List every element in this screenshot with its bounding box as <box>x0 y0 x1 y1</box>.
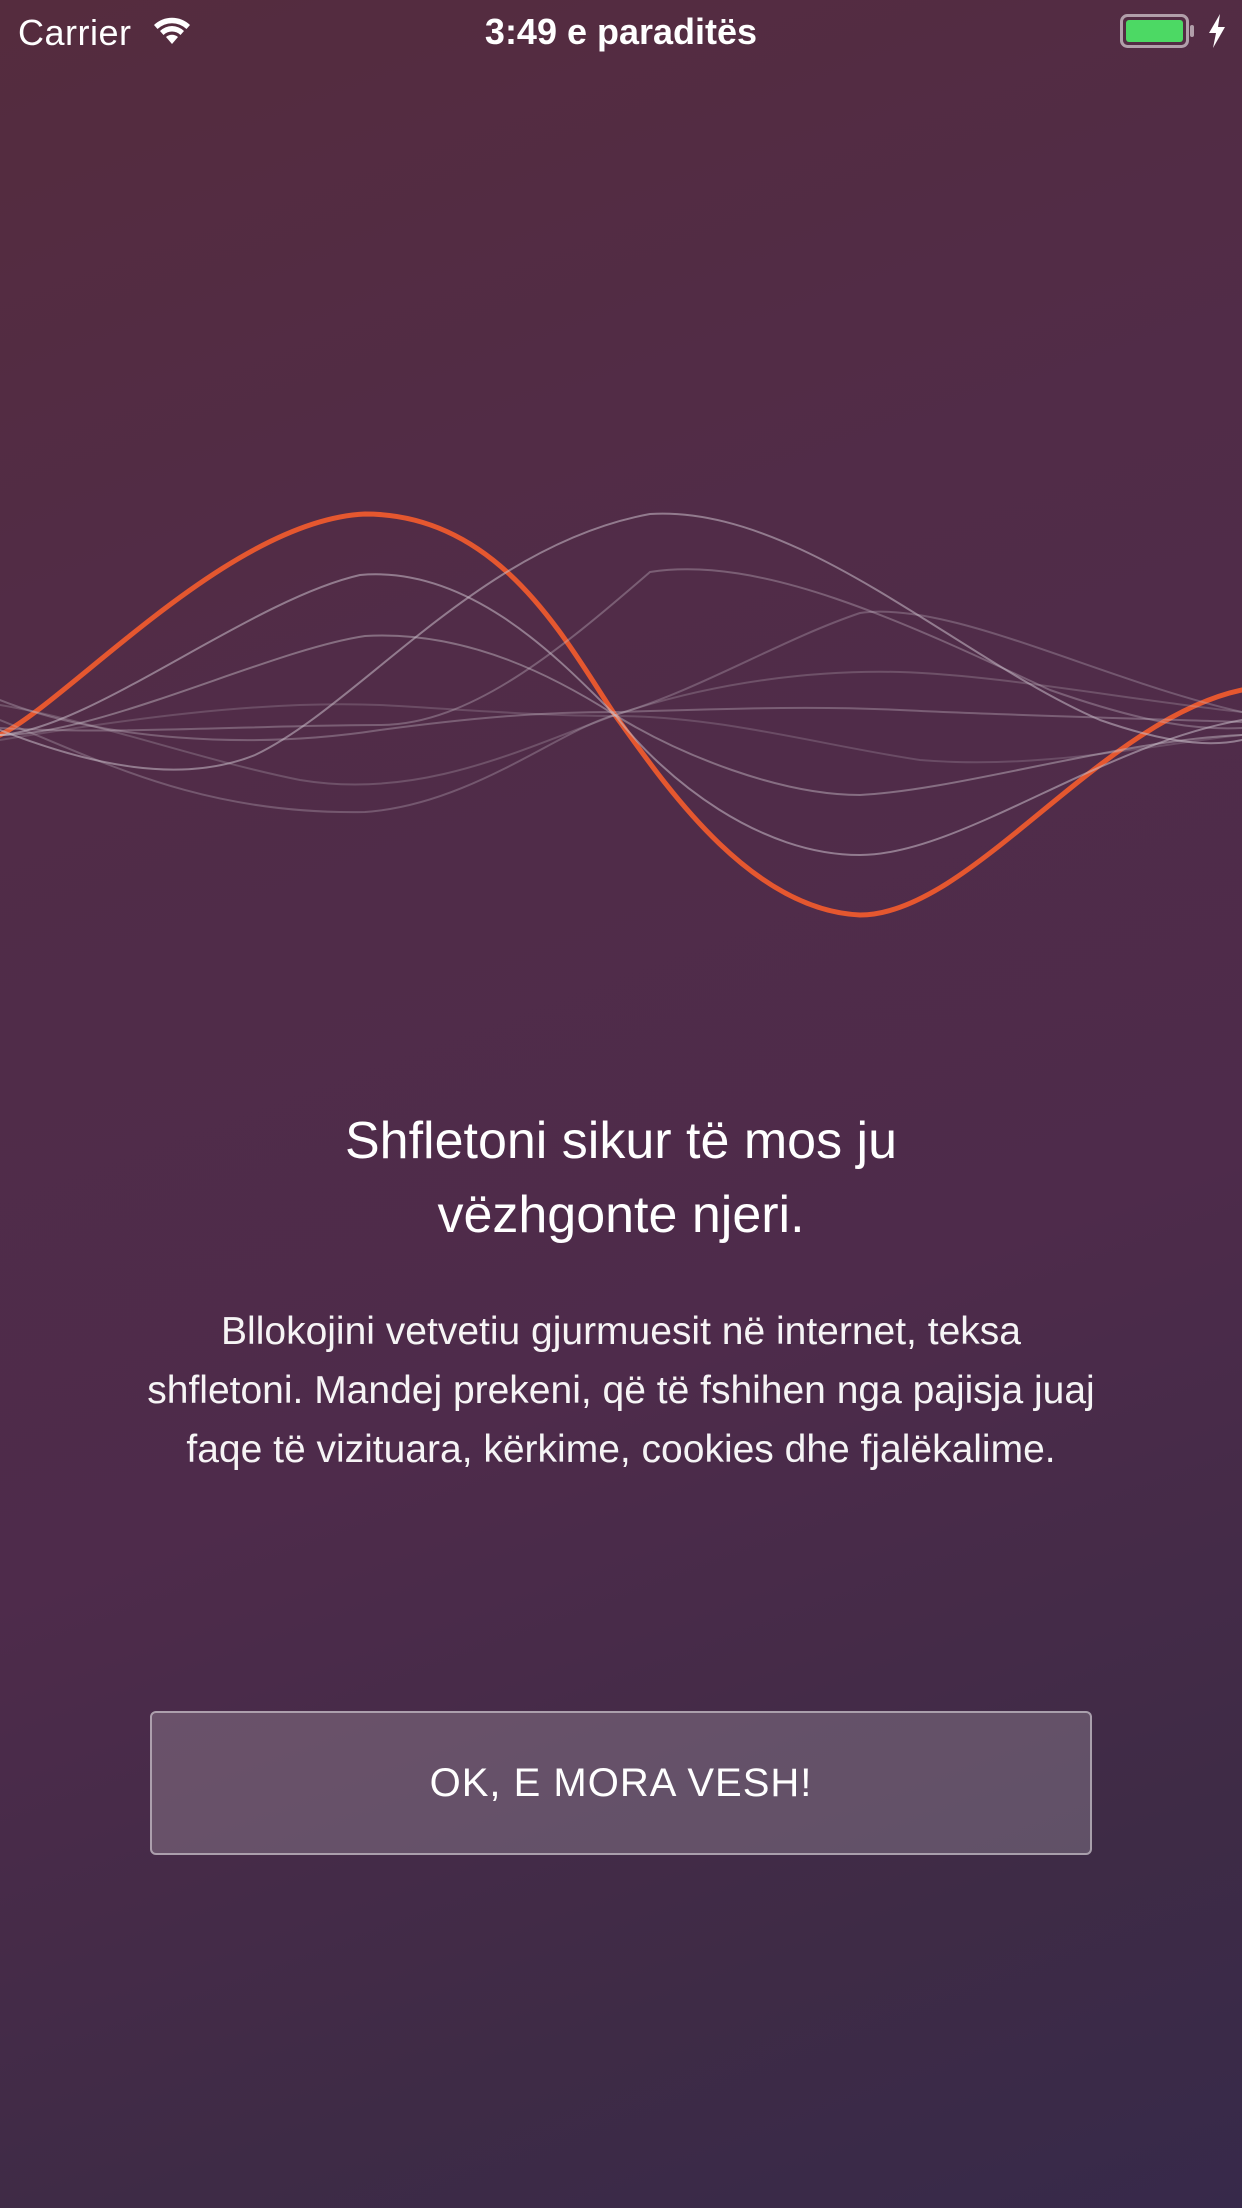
ok-got-it-button[interactable]: OK, E MORA VESH! <box>150 1711 1092 1855</box>
charging-icon <box>1209 14 1225 48</box>
onboarding-description: Bllokojini vetvetiu gjurmuesit në intern… <box>147 1310 1095 1471</box>
headline-line-2: vëzhgonte njeri. <box>437 1186 805 1244</box>
headline-line-1: Shfletoni sikur të mos ju <box>344 1112 898 1170</box>
battery-icon <box>1120 14 1194 48</box>
status-bar: Carrier 3:49 e paraditës <box>0 0 1242 64</box>
onboarding-headline: Shfletoni sikur të mos ju vëzhgonte njer… <box>171 1104 1071 1252</box>
status-time: 3:49 e paraditës <box>484 11 758 52</box>
